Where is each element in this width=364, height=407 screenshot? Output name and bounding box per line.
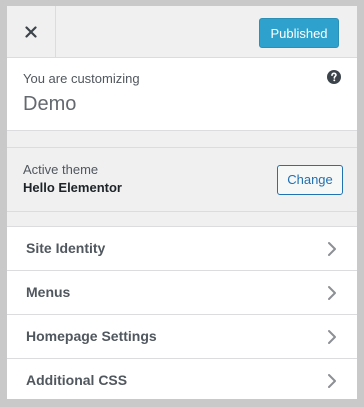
help-icon[interactable] — [327, 70, 341, 84]
change-theme-button[interactable]: Change — [277, 165, 343, 195]
menu-item-additional-css[interactable]: Additional CSS — [7, 359, 357, 399]
publish-button[interactable]: Published — [259, 18, 339, 48]
active-theme-label: Active theme — [23, 162, 99, 177]
active-theme-section: Active theme Hello Elementor Change — [7, 147, 357, 212]
customizing-info: You are customizing Demo — [7, 58, 357, 131]
menu-item-menus[interactable]: Menus — [7, 271, 357, 315]
menu-item-label: Site Identity — [26, 240, 106, 256]
customizer-panel: Published You are customizing Demo Activ… — [7, 6, 357, 399]
site-name: Demo — [23, 93, 77, 115]
menu-item-label: Additional CSS — [26, 372, 128, 388]
active-theme-name: Hello Elementor — [23, 180, 122, 195]
menu-item-label: Homepage Settings — [26, 328, 157, 344]
customizer-header: Published — [7, 6, 357, 58]
chevron-right-icon — [328, 286, 336, 300]
customizing-label: You are customizing — [23, 71, 140, 86]
menu-item-homepage-settings[interactable]: Homepage Settings — [7, 315, 357, 359]
menu-item-label: Menus — [26, 284, 71, 300]
customizer-menu: Site Identity Menus Homepage Settings Ad… — [7, 226, 357, 399]
chevron-right-icon — [328, 330, 336, 344]
close-button[interactable] — [7, 6, 56, 57]
chevron-right-icon — [328, 374, 336, 388]
chevron-right-icon — [328, 242, 336, 256]
close-icon — [25, 25, 37, 38]
menu-item-site-identity[interactable]: Site Identity — [7, 227, 357, 271]
